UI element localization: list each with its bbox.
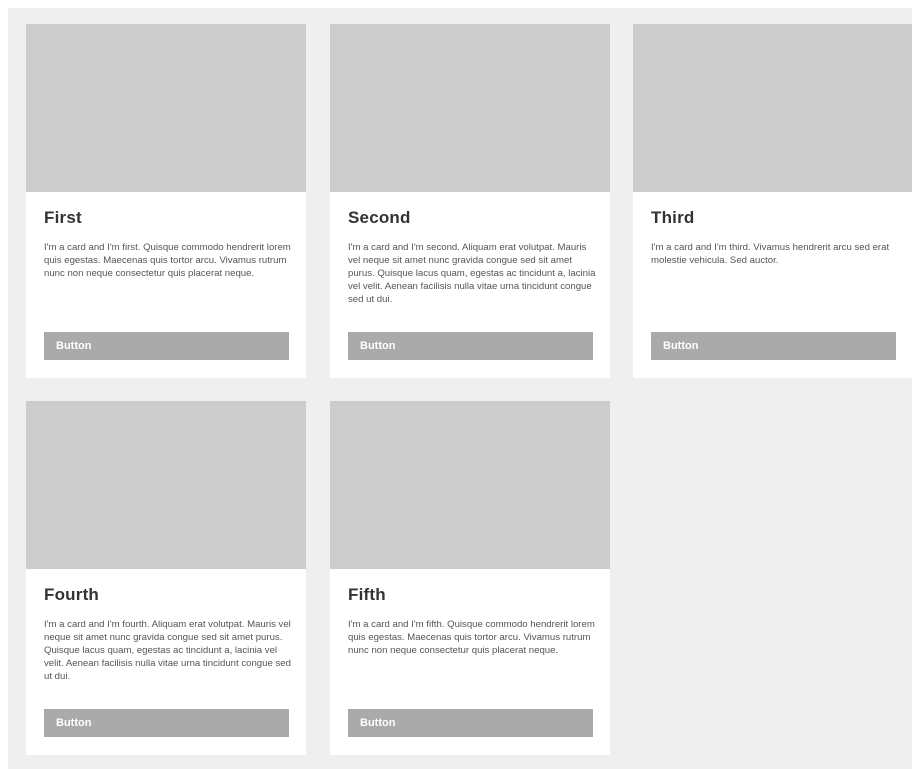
card-fourth: Fourth I'm a card and I'm fourth. Aliqua… [26, 401, 306, 755]
card-button-third[interactable]: Button [651, 332, 896, 360]
card-title: Second [348, 208, 411, 227]
card-second: Second I'm a card and I'm second. Aliqua… [330, 24, 610, 378]
card-button-fifth[interactable]: Button [348, 709, 593, 737]
card-first: First I'm a card and I'm first. Quisque … [26, 24, 306, 378]
card-image-placeholder [26, 401, 306, 569]
card-image-placeholder [330, 401, 610, 569]
card-button-fourth[interactable]: Button [44, 709, 289, 737]
card-grid: First I'm a card and I'm first. Quisque … [8, 8, 912, 769]
card-image-placeholder [330, 24, 610, 192]
card-image-placeholder [633, 24, 912, 192]
card-third: Third I'm a card and I'm third. Vivamus … [633, 24, 912, 378]
card-title: First [44, 208, 82, 227]
card-description: I'm a card and I'm third. Vivamus hendre… [651, 242, 890, 266]
card-fifth: Fifth I'm a card and I'm fifth. Quisque … [330, 401, 610, 755]
card-description: I'm a card and I'm fifth. Quisque commod… [348, 619, 595, 656]
card-title: Fifth [348, 585, 386, 604]
card-title: Fourth [44, 585, 100, 604]
card-image-placeholder [26, 24, 306, 192]
card-title: Third [651, 208, 695, 227]
card-description: I'm a card and I'm second. Aliquam erat … [348, 242, 596, 305]
card-description: I'm a card and I'm fourth. Aliquam erat … [44, 619, 291, 682]
card-description: I'm a card and I'm first. Quisque commod… [44, 242, 291, 279]
card-button-first[interactable]: Button [44, 332, 289, 360]
card-button-second[interactable]: Button [348, 332, 593, 360]
